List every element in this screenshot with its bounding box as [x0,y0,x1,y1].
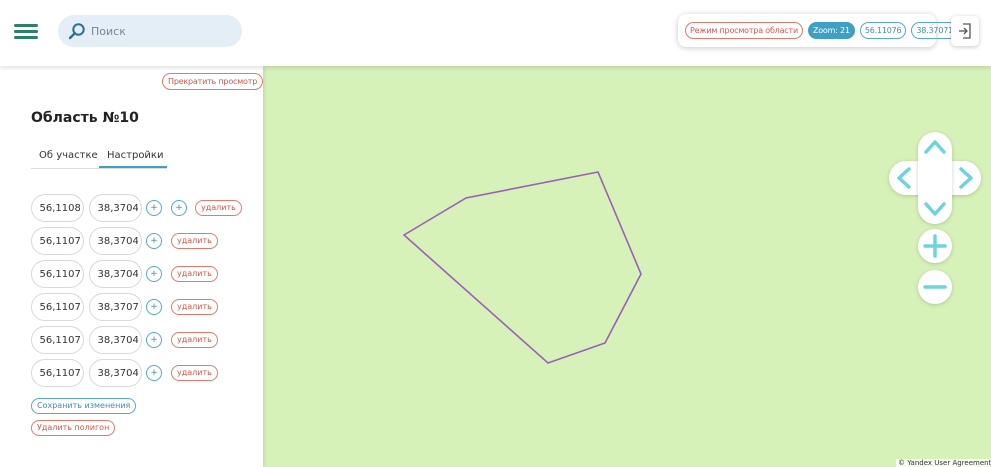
save-changes-button[interactable]: Сохранить изменения [31,398,137,414]
longitude-value: 38,3704 [97,202,138,214]
map-polygon-layer [402,171,642,364]
zoom-out-button[interactable] [918,270,952,304]
delete-point-button[interactable]: удалить [171,332,218,348]
search-icon [68,23,85,40]
zoom-in-button[interactable] [918,229,952,263]
logout-button[interactable] [951,16,979,46]
chevron-right-icon [959,167,973,189]
longitude-value: 38,3704 [97,367,138,379]
latitude-field[interactable]: 56,1107 [31,227,84,255]
map-copyright[interactable]: © Yandex User Agreement [896,459,991,467]
active-tab-indicator [99,166,167,168]
chevron-down-icon [924,202,946,216]
menu-icon[interactable] [14,24,38,40]
longitude-field[interactable]: 38,3704 [89,359,142,387]
add-point-button[interactable]: + [146,200,162,216]
pan-left-button[interactable] [891,163,917,193]
top-bar: Режим просмотра области Zoom: 21 56.1107… [0,0,991,66]
latitude-value: 56,1108 [39,202,80,214]
delete-point-button[interactable]: удалить [171,233,218,249]
delete-point-button[interactable]: удалить [195,200,242,216]
chevron-left-icon [897,167,911,189]
add-point-button[interactable]: + [146,266,162,282]
side-panel: Прекратить просмотр Область №10 Об участ… [0,66,264,467]
area-polygon[interactable] [402,171,642,364]
search-box[interactable] [58,15,242,47]
tab-settings[interactable]: Настройки [107,150,163,161]
latitude-badge: 56.11076 [859,22,907,39]
latitude-value: 56,1107 [39,235,80,247]
view-mode-badge: Режим просмотра области [685,22,803,39]
plus-icon [923,234,947,258]
delete-polygon-button[interactable]: Удалить полигон [31,420,116,436]
longitude-field[interactable]: 38,3704 [89,326,142,354]
delete-point-button[interactable]: удалить [171,365,218,381]
minus-icon [923,285,947,289]
panel-tabs: Об участке Настройки [31,147,167,169]
add-point-button[interactable]: + [146,332,162,348]
map-nav-pad [889,132,981,224]
area-title: Область №10 [31,110,139,126]
chevron-up-icon [924,140,946,154]
stop-view-button[interactable]: Прекратить просмотр [162,73,264,90]
longitude-value: 38,3704 [97,334,138,346]
latitude-field[interactable]: 56,1108 [31,194,84,222]
pan-right-button[interactable] [953,163,979,193]
latitude-value: 56,1107 [39,268,80,280]
map-area[interactable] [263,66,991,467]
latitude-field[interactable]: 56,1107 [31,359,84,387]
zoom-badge: Zoom: 21 [807,22,855,39]
longitude-value: 38,3704 [97,235,138,247]
add-point-after-button[interactable]: + [171,200,187,216]
add-point-button[interactable]: + [146,233,162,249]
longitude-value: 38,3704 [97,268,138,280]
longitude-field[interactable]: 38,3704 [89,194,142,222]
map-status-box: Режим просмотра области Zoom: 21 56.1107… [678,14,958,47]
longitude-value: 38,3707 [97,301,138,313]
latitude-field[interactable]: 56,1107 [31,326,84,354]
pan-down-button[interactable] [920,196,950,222]
tab-about[interactable]: Об участке [39,150,98,161]
search-input[interactable] [91,24,231,38]
longitude-field[interactable]: 38,3707 [89,293,142,321]
longitude-field[interactable]: 38,3704 [89,227,142,255]
latitude-value: 56,1107 [39,334,80,346]
latitude-value: 56,1107 [39,367,80,379]
delete-point-button[interactable]: удалить [171,266,218,282]
pan-up-button[interactable] [920,134,950,160]
latitude-field[interactable]: 56,1107 [31,260,84,288]
logout-icon [959,23,971,39]
add-point-button[interactable]: + [146,299,162,315]
latitude-field[interactable]: 56,1107 [31,293,84,321]
add-point-button[interactable]: + [146,365,162,381]
longitude-field[interactable]: 38,3704 [89,260,142,288]
delete-point-button[interactable]: удалить [171,299,218,315]
latitude-value: 56,1107 [39,301,80,313]
